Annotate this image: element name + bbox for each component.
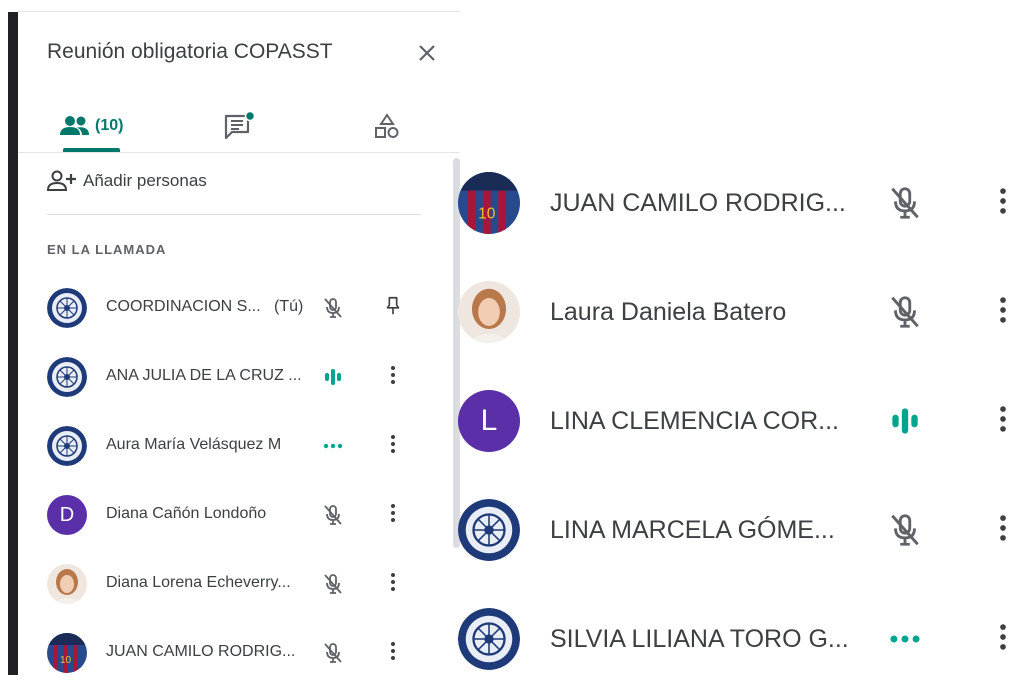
seal-avatar-image: [47, 288, 87, 328]
you-tag: (Tú): [274, 298, 304, 315]
meeting-title: Reunión obligatoria COPASST: [47, 40, 333, 63]
more-vert-icon: [381, 570, 405, 599]
more-options-button[interactable]: [990, 292, 1012, 332]
ellipsis-icon: [318, 431, 348, 461]
more-options-button[interactable]: [378, 362, 408, 392]
close-icon: [419, 45, 435, 61]
seal-avatar-image: [458, 499, 520, 561]
participant-name: COORDINACION S...: [106, 298, 261, 315]
seal-avatar-image: [458, 608, 520, 670]
mic-off-icon: [318, 569, 348, 599]
tab-activities[interactable]: [373, 104, 401, 148]
speaking-icon: [318, 362, 348, 392]
participant-name: Aura María Velásquez M: [106, 436, 282, 453]
participant-row[interactable]: 10 JUAN CAMILO RODRIG...: [18, 624, 453, 684]
mic-off-icon: [318, 638, 348, 668]
participant-row[interactable]: 10 JUAN CAMILO RODRIG...: [455, 145, 1012, 255]
svg-text:10: 10: [478, 206, 496, 223]
participant-row[interactable]: Aura María Velásquez M: [18, 417, 453, 477]
tab-chat[interactable]: [224, 104, 256, 148]
more-options-button[interactable]: [378, 500, 408, 530]
ellipsis-icon: [885, 619, 925, 659]
participant-row[interactable]: Laura Daniela Batero: [455, 254, 1012, 364]
participant-name: ANA JULIA DE LA CRUZ ...: [106, 367, 302, 384]
mic-off-icon: [318, 500, 348, 530]
avatar: [47, 564, 87, 604]
more-vert-icon: [381, 363, 405, 392]
participant-name: JUAN CAMILO RODRIG...: [106, 643, 296, 660]
participant-name: Diana Cañón Londoño: [106, 505, 267, 522]
more-vert-icon: [381, 639, 405, 668]
person-add-icon: [47, 170, 76, 191]
speaking-icon: [885, 401, 925, 441]
tabs-divider: [18, 152, 460, 153]
svg-text:10: 10: [60, 655, 72, 666]
more-vert-icon: [381, 501, 405, 530]
participant-name: SILVIA LILIANA TORO G...: [550, 625, 849, 653]
more-vert-icon: [986, 184, 1012, 223]
participant-row[interactable]: ANA JULIA DE LA CRUZ ...: [18, 348, 453, 408]
more-options-button[interactable]: [378, 638, 408, 668]
more-options-button[interactable]: [378, 569, 408, 599]
participant-name: JUAN CAMILO RODRIG...: [550, 189, 846, 217]
activities-icon: [375, 113, 399, 138]
more-vert-icon: [986, 402, 1012, 441]
avatar: 10: [47, 633, 87, 673]
participant-row[interactable]: LINA MARCELA GÓME...: [455, 472, 1012, 582]
pin-icon: [382, 295, 404, 322]
participant-row[interactable]: Diana Lorena Echeverry...: [18, 555, 453, 615]
avatar: [47, 288, 87, 328]
avatar: [458, 608, 520, 670]
participant-name: Laura Daniela Batero: [550, 298, 787, 326]
avatar: D: [47, 495, 87, 535]
avatar: L: [458, 390, 520, 452]
pin-button[interactable]: [378, 293, 408, 323]
mic-off-icon: [885, 292, 925, 332]
avatar: [47, 426, 87, 466]
window-edge: [8, 12, 18, 675]
mic-off-icon: [885, 183, 925, 223]
more-vert-icon: [986, 620, 1012, 659]
mic-off-icon: [318, 293, 348, 323]
participant-row[interactable]: COORDINACION S... (Tú): [18, 279, 453, 339]
mic-off-icon: [885, 510, 925, 550]
people-count: (10): [95, 117, 124, 134]
participant-row[interactable]: L LINA CLEMENCIA COR...: [455, 363, 1012, 473]
more-vert-icon: [986, 293, 1012, 332]
participant-name: LINA MARCELA GÓME...: [550, 516, 835, 544]
seal-avatar-image: [47, 357, 87, 397]
more-options-button[interactable]: [990, 510, 1012, 550]
avatar-initial: L: [458, 390, 520, 452]
more-options-button[interactable]: [378, 431, 408, 461]
avatar: [458, 281, 520, 343]
tab-people[interactable]: (10): [60, 104, 123, 148]
avatar: 10: [458, 172, 520, 234]
section-divider: [47, 214, 421, 215]
seal-avatar-image: [47, 426, 87, 466]
photo-avatar-image: [458, 281, 520, 343]
participant-row[interactable]: D Diana Cañón Londoño: [18, 486, 453, 546]
avatar: [47, 357, 87, 397]
participant-name: Diana Lorena Echeverry...: [106, 574, 291, 591]
more-options-button[interactable]: [990, 401, 1012, 441]
photo-avatar-image: [47, 564, 87, 604]
add-people-button[interactable]: Añadir personas: [47, 170, 207, 192]
add-people-label: Añadir personas: [83, 171, 207, 190]
close-button[interactable]: [412, 38, 442, 68]
participant-name: LINA CLEMENCIA COR...: [550, 407, 839, 435]
avatar: [458, 499, 520, 561]
photo-avatar-image: 10: [47, 633, 87, 673]
more-vert-icon: [986, 511, 1012, 550]
more-vert-icon: [381, 432, 405, 461]
section-in-call: EN LA LLAMADA: [47, 242, 167, 257]
more-options-button[interactable]: [990, 183, 1012, 223]
avatar-initial: D: [47, 495, 87, 535]
participants-panel: Reunión obligatoria COPASST (10) Añadir …: [18, 12, 460, 675]
people-icon: [60, 116, 89, 135]
more-options-button[interactable]: [990, 619, 1012, 659]
photo-avatar-image: 10: [458, 172, 520, 234]
chat-icon: [224, 111, 256, 140]
